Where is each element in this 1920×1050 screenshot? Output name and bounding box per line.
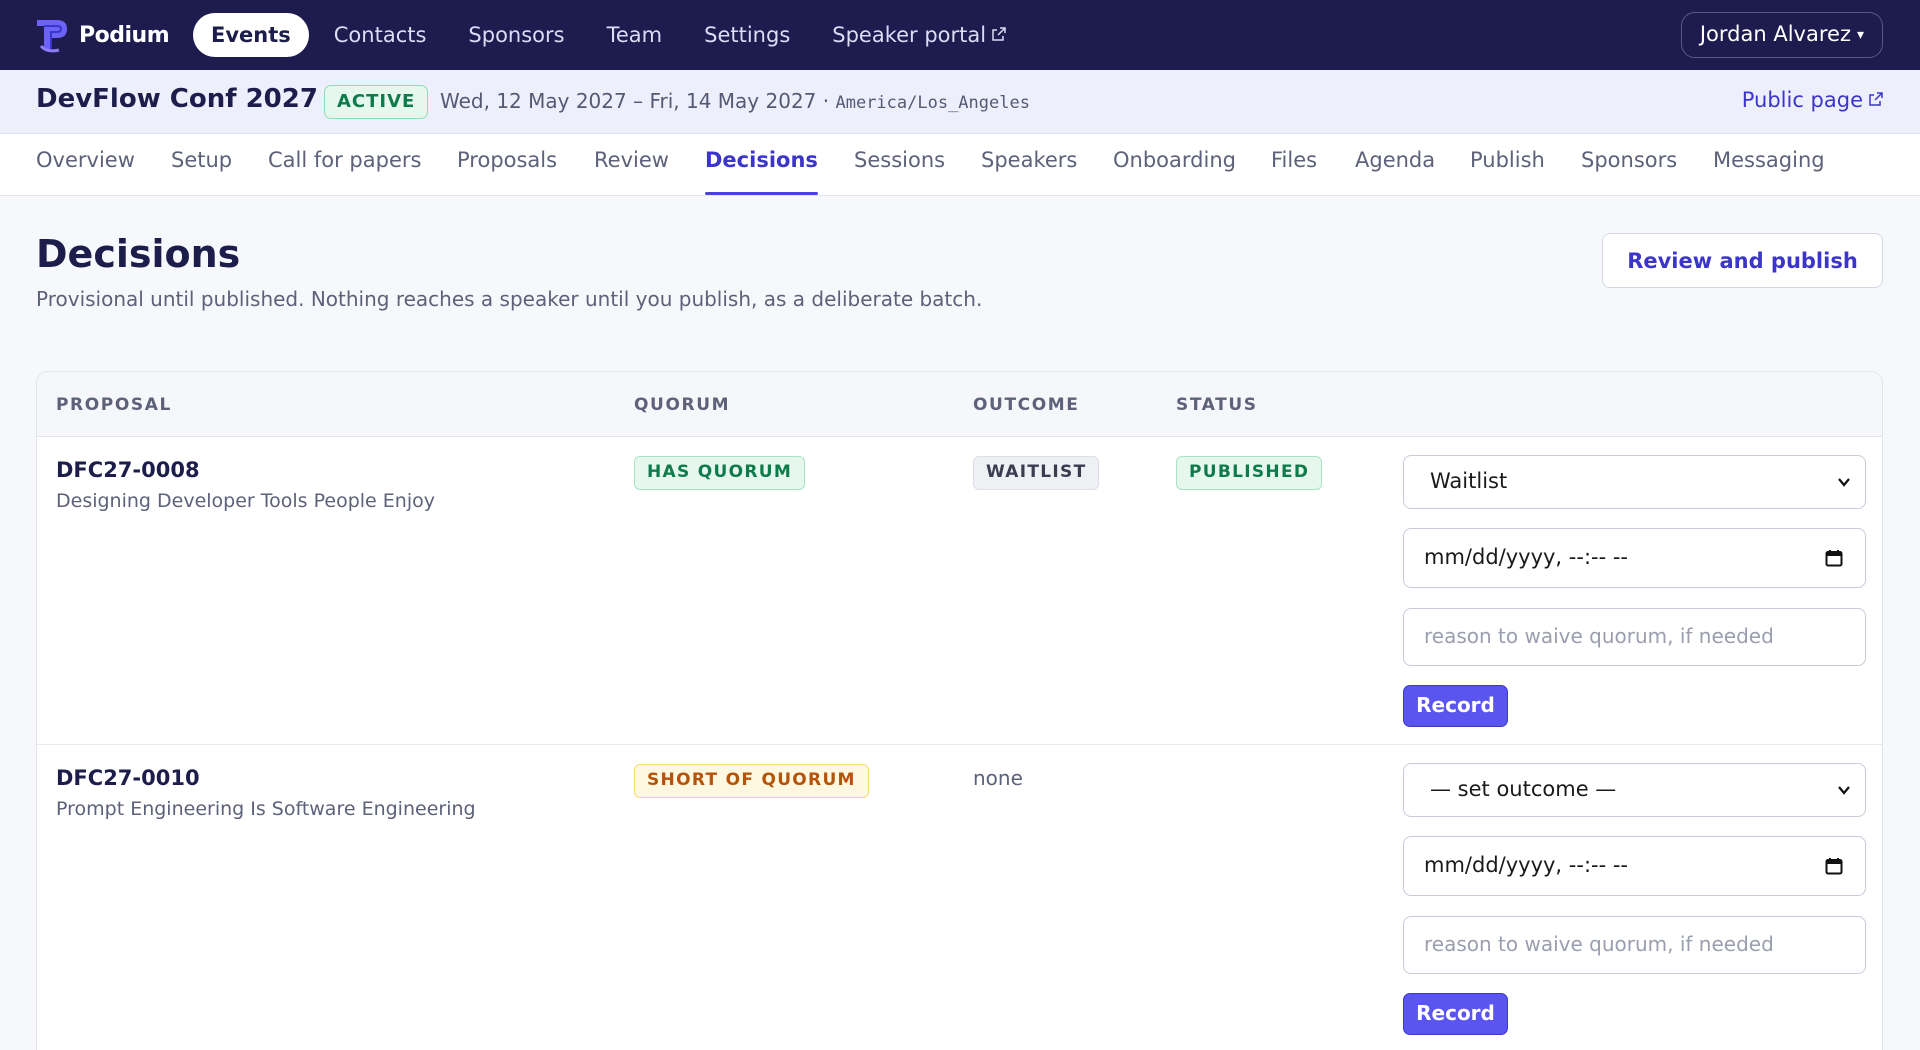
waive-quorum-placeholder: reason to waive quorum, if needed <box>1424 624 1774 648</box>
chevron-down-icon <box>1838 478 1850 487</box>
page-description: Provisional until published. Nothing rea… <box>36 287 983 311</box>
nav-settings[interactable]: Settings <box>683 13 811 57</box>
brand[interactable]: Podium <box>35 16 170 54</box>
user-menu[interactable]: Jordan Alvarez ▾ <box>1680 12 1883 58</box>
user-name: Jordan Alvarez <box>1699 22 1851 46</box>
chevron-down-icon <box>1838 786 1850 795</box>
quorum-badge: SHORT OF QUORUM <box>634 764 869 798</box>
nav-events[interactable]: Events <box>193 13 309 57</box>
external-link-icon <box>1869 92 1883 106</box>
outcome-none: none <box>973 766 1023 790</box>
record-button[interactable]: Record <box>1403 993 1508 1035</box>
external-link-icon <box>992 27 1006 41</box>
waive-quorum-input[interactable]: reason to waive quorum, if needed <box>1403 608 1866 666</box>
top-nav: Podium Events Contacts Sponsors Team Set… <box>0 0 1920 70</box>
caret-down-icon: ▾ <box>1856 26 1864 43</box>
calendar-icon <box>1825 858 1843 875</box>
record-button[interactable]: Record <box>1403 685 1508 727</box>
tab-call-for-papers[interactable]: Call for papers <box>268 148 421 172</box>
tab-sessions[interactable]: Sessions <box>854 148 945 172</box>
decision-datetime-input[interactable]: mm/dd/yyyy, --:-- -- <box>1403 836 1866 896</box>
review-and-publish-button[interactable]: Review and publish <box>1602 233 1883 288</box>
tab-files[interactable]: Files <box>1271 148 1317 172</box>
table-row: DFC27-0008 Designing Developer Tools Peo… <box>37 437 1882 745</box>
outcome-select[interactable]: — set outcome — <box>1403 763 1866 817</box>
event-name: DevFlow Conf 2027 <box>36 84 318 114</box>
calendar-icon <box>1825 550 1843 567</box>
tab-agenda[interactable]: Agenda <box>1355 148 1435 172</box>
outcome-badge: WAITLIST <box>973 456 1100 490</box>
podium-logo-icon <box>37 20 67 53</box>
outcome-select-value: Waitlist <box>1430 469 1508 493</box>
event-dates: Wed, 12 May 2027 – Fri, 14 May 2027 · Am… <box>440 89 1030 113</box>
nav-speaker-portal-label: Speaker portal <box>832 23 987 47</box>
public-page-link[interactable]: Public page <box>1742 88 1883 112</box>
outcome-select[interactable]: Waitlist <box>1403 455 1866 509</box>
proposal-title: Prompt Engineering Is Software Engineeri… <box>56 798 476 820</box>
tab-overview[interactable]: Overview <box>36 148 135 172</box>
proposal-id[interactable]: DFC27-0010 <box>56 766 200 790</box>
tab-decisions[interactable]: Decisions <box>705 148 818 172</box>
quorum-badge: HAS QUORUM <box>634 456 806 490</box>
brand-name: Podium <box>79 22 170 48</box>
waive-quorum-placeholder: reason to waive quorum, if needed <box>1424 932 1774 956</box>
tab-setup[interactable]: Setup <box>171 148 232 172</box>
header-status: STATUS <box>1176 395 1258 415</box>
event-status-badge: ACTIVE <box>324 85 429 119</box>
waive-quorum-input[interactable]: reason to waive quorum, if needed <box>1403 916 1866 974</box>
event-header: DevFlow Conf 2027 ACTIVE Wed, 12 May 202… <box>0 70 1920 134</box>
tab-publish[interactable]: Publish <box>1470 148 1545 172</box>
event-date-range: Wed, 12 May 2027 – Fri, 14 May 2027 · <box>440 89 830 113</box>
header-proposal: PROPOSAL <box>56 395 172 415</box>
tab-speakers[interactable]: Speakers <box>981 148 1077 172</box>
page-title: Decisions <box>36 232 241 276</box>
tab-proposals[interactable]: Proposals <box>457 148 557 172</box>
tab-onboarding[interactable]: Onboarding <box>1113 148 1236 172</box>
nav-speaker-portal[interactable]: Speaker portal <box>811 13 1027 57</box>
main-nav: Events Contacts Sponsors Team Settings S… <box>193 13 1027 57</box>
nav-contacts[interactable]: Contacts <box>313 13 448 57</box>
proposal-title: Designing Developer Tools People Enjoy <box>56 490 435 512</box>
table-row: DFC27-0010 Prompt Engineering Is Softwar… <box>37 745 1882 1050</box>
event-tabs: Overview Setup Call for papers Proposals… <box>0 134 1920 196</box>
status-badge: PUBLISHED <box>1176 456 1323 490</box>
table-header: PROPOSAL QUORUM OUTCOME STATUS <box>37 372 1882 437</box>
tab-messaging[interactable]: Messaging <box>1713 148 1825 172</box>
decision-datetime-input[interactable]: mm/dd/yyyy, --:-- -- <box>1403 528 1866 588</box>
header-quorum: QUORUM <box>634 395 731 415</box>
decisions-table: PROPOSAL QUORUM OUTCOME STATUS DFC27-000… <box>36 371 1883 1050</box>
public-page-label: Public page <box>1741 88 1863 112</box>
proposal-id[interactable]: DFC27-0008 <box>56 458 200 482</box>
tab-sponsors[interactable]: Sponsors <box>1581 148 1677 172</box>
tab-review[interactable]: Review <box>594 148 669 172</box>
event-timezone: America/Los_Angeles <box>835 93 1030 113</box>
outcome-select-value: — set outcome — <box>1430 777 1617 801</box>
datetime-placeholder: mm/dd/yyyy, --:-- -- <box>1424 853 1629 877</box>
nav-sponsors[interactable]: Sponsors <box>447 13 585 57</box>
active-tab-indicator <box>705 192 818 195</box>
header-outcome: OUTCOME <box>973 395 1080 415</box>
datetime-placeholder: mm/dd/yyyy, --:-- -- <box>1424 545 1629 569</box>
nav-team[interactable]: Team <box>586 13 684 57</box>
